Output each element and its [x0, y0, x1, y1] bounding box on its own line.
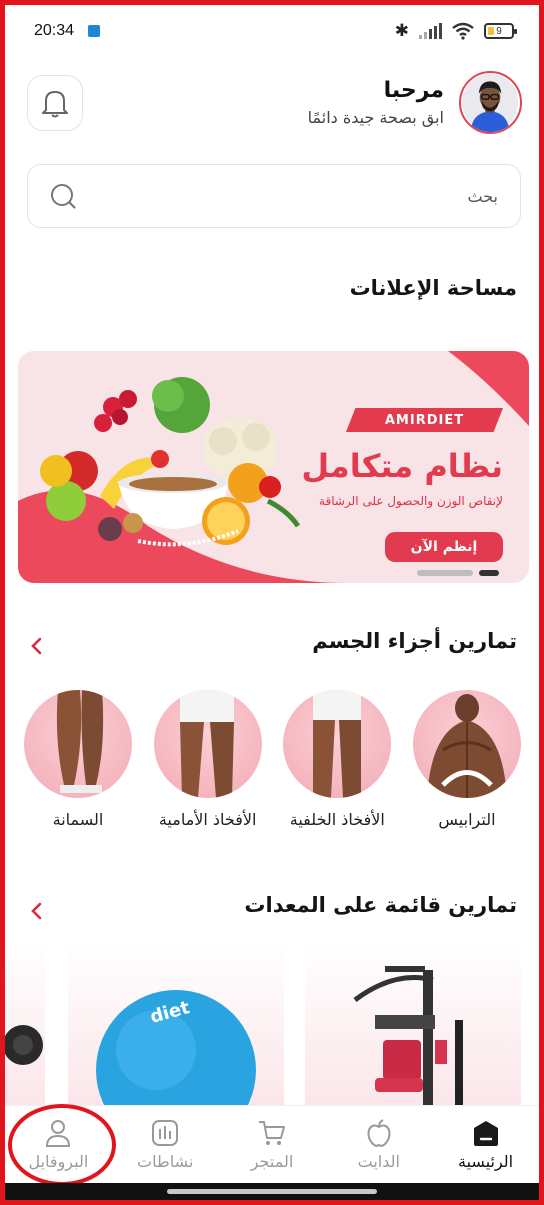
- carousel-dot-active[interactable]: [479, 570, 499, 576]
- body-part-card[interactable]: الأفخاذ الأمامية: [153, 690, 262, 832]
- bluetooth-icon: ✱: [394, 21, 409, 41]
- hamstrings-image: [283, 690, 392, 798]
- bell-icon: [42, 91, 68, 118]
- notifications-button[interactable]: [27, 75, 83, 131]
- body-part-card[interactable]: السمانة: [24, 690, 132, 832]
- home-icon: [473, 1121, 498, 1146]
- battery-level: 9: [496, 25, 502, 37]
- body-part-label: السمانة: [52, 810, 104, 829]
- status-bar: 20:34 ✱ 9: [34, 16, 517, 46]
- equipment-section-title: تمارين قائمة على المعدات: [244, 893, 517, 917]
- carousel-dot[interactable]: [417, 570, 473, 576]
- greeting-block: مرحبا ابق بصحة جيدة دائمًا: [308, 76, 444, 127]
- wifi-icon: [452, 22, 474, 40]
- apple-icon: [367, 1119, 391, 1147]
- battery-icon: 9: [484, 23, 517, 39]
- fitness-ball-image: [96, 990, 256, 1105]
- join-now-button[interactable]: إنظم الآن: [385, 532, 503, 562]
- body-part-label: الأفخاذ الخلفية: [289, 810, 385, 829]
- equipment-card-partial[interactable]: [5, 940, 45, 1105]
- search-icon: [51, 184, 76, 209]
- home-indicator[interactable]: [167, 1189, 377, 1194]
- chevron-left-icon[interactable]: [28, 902, 46, 920]
- nav-label: نشاطات: [137, 1152, 194, 1171]
- activity-icon: [152, 1120, 179, 1146]
- search-input[interactable]: بحث: [27, 164, 521, 228]
- notification-icon: [88, 25, 101, 37]
- equipment-card-gym-machine[interactable]: [305, 940, 521, 1105]
- signal-icon: [419, 23, 442, 39]
- nav-activities[interactable]: نشاطات: [115, 1118, 215, 1171]
- calves-image: [24, 690, 132, 798]
- status-time: 20:34: [34, 22, 75, 39]
- nav-label: المتجر: [250, 1152, 294, 1171]
- quads-image: [153, 690, 262, 798]
- carousel-indicator[interactable]: [417, 570, 499, 576]
- search-placeholder: بحث: [467, 186, 499, 206]
- dumbbell-image: [5, 1025, 43, 1065]
- nav-home[interactable]: الرئيسية: [436, 1118, 536, 1171]
- banner-tagline: لإنقاص الوزن والحصول على الرشاقة: [319, 494, 503, 508]
- body-part-card[interactable]: الترابيس: [412, 690, 521, 832]
- nav-diet[interactable]: الدايت: [329, 1118, 429, 1171]
- avatar[interactable]: [459, 71, 522, 134]
- cart-icon: [258, 1121, 285, 1145]
- greeting-subtitle: ابق بصحة جيدة دائمًا: [307, 108, 444, 127]
- profile-highlight-ring: [8, 1104, 116, 1186]
- traps-image: [412, 690, 521, 798]
- ads-section-title: مساحة الإعلانات: [349, 276, 517, 300]
- greeting-title: مرحبا: [383, 78, 444, 103]
- gym-machine-image: [353, 966, 463, 1105]
- body-parts-section-title: تمارين أجزاء الجسم: [312, 629, 517, 653]
- chevron-left-icon[interactable]: [28, 637, 46, 655]
- ad-banner[interactable]: AMIRDIET نظام متكامل لإنقاص الوزن والحصو…: [18, 351, 529, 583]
- body-part-label: الأفخاذ الأمامية: [158, 810, 257, 829]
- banner-headline: نظام متكامل: [301, 447, 503, 485]
- body-parts-list: الترابيس الأفخاذ الخلفية الأفخاذ الأمامي…: [24, 690, 521, 832]
- body-part-label: الترابيس: [438, 810, 496, 829]
- banner-brand-badge: AMIRDIET: [346, 408, 503, 432]
- nav-label: الرئيسية: [458, 1152, 514, 1171]
- nav-store[interactable]: المتجر: [222, 1118, 322, 1171]
- body-part-card[interactable]: الأفخاذ الخلفية: [283, 690, 392, 832]
- nav-label: الدايت: [357, 1152, 400, 1171]
- system-home-bar: [5, 1183, 539, 1200]
- equipment-card-ball[interactable]: diet: [68, 940, 284, 1105]
